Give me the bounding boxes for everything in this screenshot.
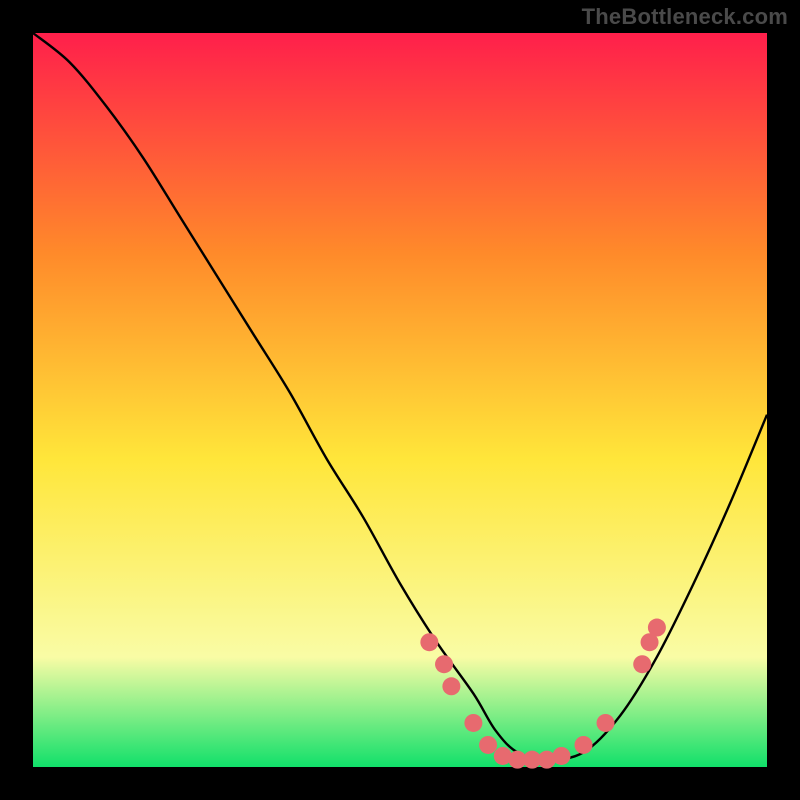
highlight-point: [435, 655, 453, 673]
highlight-point: [464, 714, 482, 732]
highlight-point: [648, 619, 666, 637]
highlight-point: [633, 655, 651, 673]
highlight-point: [597, 714, 615, 732]
highlight-point: [479, 736, 497, 754]
highlight-point: [575, 736, 593, 754]
watermark-text: TheBottleneck.com: [582, 4, 788, 30]
highlight-point: [420, 633, 438, 651]
chart-frame: TheBottleneck.com: [0, 0, 800, 800]
highlight-point: [552, 747, 570, 765]
highlight-point: [442, 677, 460, 695]
bottleneck-chart: [0, 0, 800, 800]
